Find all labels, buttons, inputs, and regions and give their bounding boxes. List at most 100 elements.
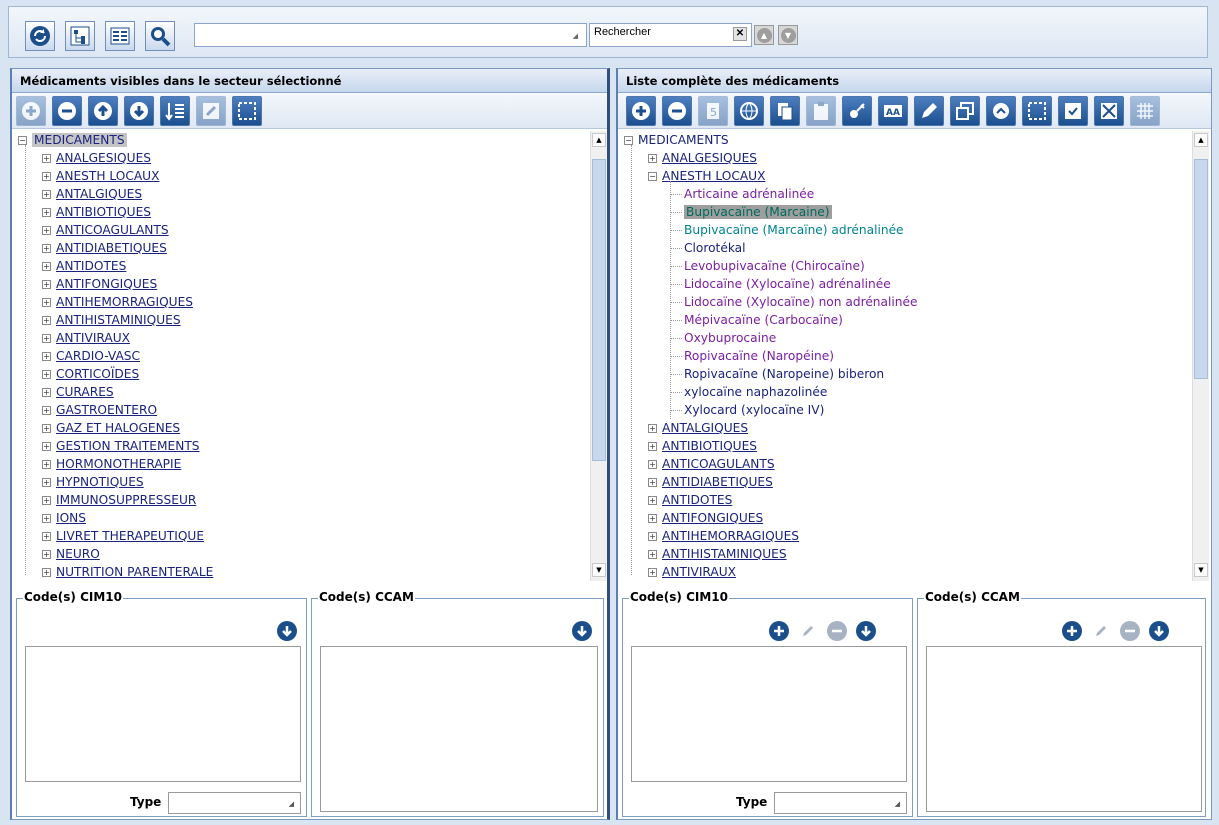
key-button[interactable] bbox=[842, 96, 872, 126]
tree-category-expanded[interactable]: − ANESTH LOCAUX bbox=[648, 167, 765, 185]
expand-icon[interactable]: + bbox=[42, 514, 51, 523]
compare-button[interactable] bbox=[105, 21, 135, 51]
link-button[interactable] bbox=[986, 96, 1016, 126]
tree-root[interactable]: − MEDICAMENTS bbox=[624, 131, 729, 149]
search-input[interactable]: Rechercher ✕ bbox=[589, 23, 752, 47]
tree-category[interactable]: + ANTIFONGIQUES bbox=[648, 509, 763, 527]
expand-icon[interactable]: + bbox=[42, 172, 51, 181]
tree-category[interactable]: + ANTIFONGIQUES bbox=[42, 275, 157, 293]
tree-category[interactable]: + ANTIDOTES bbox=[648, 491, 732, 509]
cim10-download-button[interactable] bbox=[277, 621, 297, 641]
expand-icon[interactable]: + bbox=[42, 388, 51, 397]
tree-medication[interactable]: Ropivacaïne (Naropéine) bbox=[684, 347, 834, 365]
expand-icon[interactable]: + bbox=[42, 154, 51, 163]
search-next-button[interactable]: ▼ bbox=[778, 25, 798, 45]
ccam-download-button[interactable] bbox=[572, 621, 592, 641]
cim10-download-button[interactable] bbox=[856, 621, 876, 641]
expand-icon[interactable]: + bbox=[42, 370, 51, 379]
tree-category[interactable]: + ANTALGIQUES bbox=[42, 185, 142, 203]
tree-category[interactable]: + GESTION TRAITEMENTS bbox=[42, 437, 200, 455]
font-button[interactable]: AA bbox=[878, 96, 908, 126]
tree-medication[interactable]: Oxybuprocaine bbox=[684, 329, 776, 347]
sort-button[interactable] bbox=[160, 96, 190, 126]
edit-button[interactable] bbox=[914, 96, 944, 126]
expand-icon[interactable]: + bbox=[648, 550, 657, 559]
combo-arrow-icon[interactable]: ◢ bbox=[573, 32, 578, 40]
left-tree-scrollbar[interactable]: ▲ ▼ bbox=[590, 131, 607, 581]
tree-medication[interactable]: Mépivacaïne (Carbocaïne) bbox=[684, 311, 843, 329]
tree-category[interactable]: + ANESTH LOCAUX bbox=[42, 167, 159, 185]
ccam-download-button[interactable] bbox=[1149, 621, 1169, 641]
windows-button[interactable] bbox=[950, 96, 980, 126]
tree-category[interactable]: + ANALGESIQUES bbox=[648, 149, 757, 167]
tree-category[interactable]: + ANTIDIABETIQUES bbox=[42, 239, 167, 257]
tree-medication[interactable]: Bupivacaïne (Marcaine) bbox=[684, 203, 832, 221]
expand-icon[interactable]: + bbox=[42, 478, 51, 487]
type-select[interactable]: ◢ bbox=[774, 792, 907, 814]
ccam-edit-button[interactable] bbox=[1091, 621, 1111, 641]
tree-category[interactable]: + ANTALGIQUES bbox=[648, 419, 748, 437]
expand-icon[interactable]: + bbox=[42, 406, 51, 415]
expand-icon[interactable]: + bbox=[648, 532, 657, 541]
tree-category[interactable]: + HORMONOTHERAPIE bbox=[42, 455, 181, 473]
tree-category[interactable]: + ANTIHEMORRAGIQUES bbox=[42, 293, 193, 311]
cim10-add-button[interactable] bbox=[769, 621, 789, 641]
tree-category[interactable]: + ANTIBIOTIQUES bbox=[42, 203, 151, 221]
globe-button[interactable] bbox=[734, 96, 764, 126]
tree-medication[interactable]: Articaine adrénalinée bbox=[684, 185, 814, 203]
tree-category[interactable]: + ANALGESIQUES bbox=[42, 149, 151, 167]
check-button[interactable] bbox=[1058, 96, 1088, 126]
expand-icon[interactable]: + bbox=[648, 478, 657, 487]
edit-button[interactable] bbox=[196, 96, 226, 126]
tree-medication[interactable]: Bupivacaïne (Marcaïne) adrénalinée bbox=[684, 221, 904, 239]
select-button[interactable] bbox=[1022, 96, 1052, 126]
scroll-down-icon[interactable]: ▼ bbox=[592, 563, 606, 577]
tree-category[interactable]: + NEURO bbox=[42, 545, 100, 563]
tree-category[interactable]: + ANTIVIRAUX bbox=[42, 329, 130, 347]
remove-button[interactable] bbox=[52, 96, 82, 126]
move-down-button[interactable] bbox=[124, 96, 154, 126]
refresh-button[interactable] bbox=[25, 21, 55, 51]
tree-medication[interactable]: Lidocaïne (Xylocaïne) non adrénalinée bbox=[684, 293, 918, 311]
tree-medication[interactable]: Lidocaïne (Xylocaïne) adrénalinée bbox=[684, 275, 891, 293]
collapse-icon[interactable]: − bbox=[624, 136, 633, 145]
tree-category[interactable]: + IMMUNOSUPPRESSEUR bbox=[42, 491, 196, 509]
expand-icon[interactable]: + bbox=[42, 190, 51, 199]
expand-icon[interactable]: + bbox=[42, 568, 51, 577]
tree-category[interactable]: + ANTIDIABETIQUES bbox=[648, 473, 773, 491]
expand-icon[interactable]: + bbox=[42, 532, 51, 541]
cim10-list[interactable] bbox=[631, 646, 907, 782]
tree-category[interactable]: + NUTRITION PARENTERALE bbox=[42, 563, 213, 581]
scroll-thumb[interactable] bbox=[592, 159, 606, 461]
tree-medication[interactable]: xylocaïne naphazolinée bbox=[684, 383, 827, 401]
scroll-down-icon[interactable]: ▼ bbox=[1194, 563, 1208, 577]
tree-category[interactable]: + ANTIHISTAMINIQUES bbox=[648, 545, 787, 563]
search-zoom-button[interactable] bbox=[145, 21, 175, 51]
tree-category[interactable]: + GAZ ET HALOGENES bbox=[42, 419, 180, 437]
tree-category[interactable]: + GASTROENTERO bbox=[42, 401, 157, 419]
ccam-add-button[interactable] bbox=[1062, 621, 1082, 641]
number-button[interactable]: 5 bbox=[698, 96, 728, 126]
tree-category[interactable]: + ANTIHISTAMINIQUES bbox=[42, 311, 181, 329]
move-up-button[interactable] bbox=[88, 96, 118, 126]
expand-icon[interactable]: + bbox=[648, 460, 657, 469]
copy-button[interactable] bbox=[770, 96, 800, 126]
tree-medication[interactable]: Levobupivacaïne (Chirocaïne) bbox=[684, 257, 865, 275]
medication-combo[interactable]: ◢ bbox=[194, 23, 587, 47]
expand-icon[interactable]: + bbox=[648, 442, 657, 451]
tree-category[interactable]: + ANTICOAGULANTS bbox=[648, 455, 775, 473]
delete-button[interactable] bbox=[1094, 96, 1124, 126]
expand-icon[interactable]: + bbox=[648, 154, 657, 163]
tree-category[interactable]: + CURARES bbox=[42, 383, 114, 401]
expand-icon[interactable]: + bbox=[42, 208, 51, 217]
tree-medication[interactable]: Clorotékal bbox=[684, 239, 746, 257]
tree-category[interactable]: + ANTIDOTES bbox=[42, 257, 126, 275]
cim10-list[interactable] bbox=[25, 646, 301, 782]
tree-category[interactable]: + CORTICOÏDES bbox=[42, 365, 139, 383]
scroll-up-icon[interactable]: ▲ bbox=[1194, 133, 1208, 147]
tree-root[interactable]: − MEDICAMENTS bbox=[18, 131, 127, 149]
select-button[interactable] bbox=[232, 96, 262, 126]
tree-category[interactable]: + CARDIO-VASC bbox=[42, 347, 140, 365]
expand-icon[interactable]: + bbox=[42, 316, 51, 325]
type-select[interactable]: ◢ bbox=[168, 792, 301, 814]
